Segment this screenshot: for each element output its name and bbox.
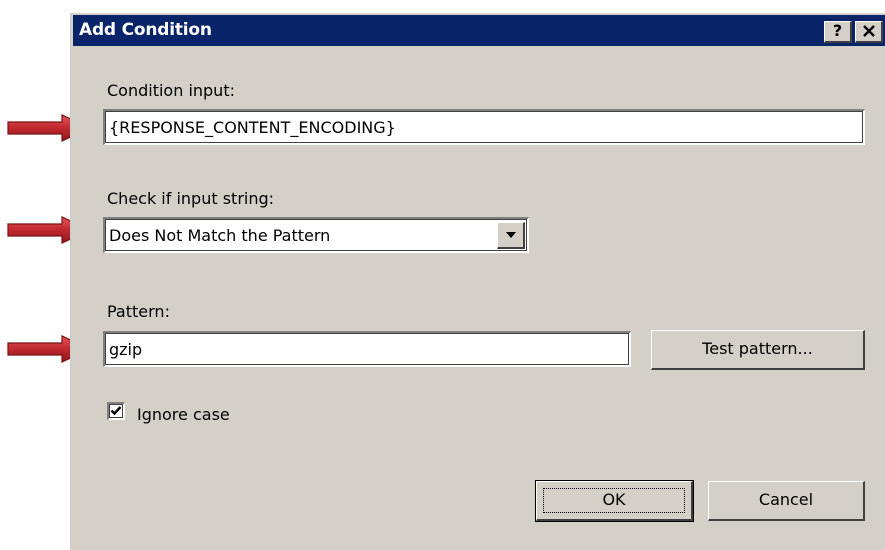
dialog-title: Add Condition: [79, 20, 212, 40]
test-pattern-button[interactable]: Test pattern...: [651, 330, 865, 370]
ok-button-label: OK: [602, 490, 626, 509]
ok-button[interactable]: OK: [535, 480, 694, 522]
dropdown-button[interactable]: [497, 222, 525, 249]
add-condition-dialog: Add Condition ? Condition input: {RESPON…: [70, 12, 885, 550]
checkmark-icon: [110, 406, 122, 416]
pattern-input[interactable]: gzip: [103, 331, 631, 367]
ignore-case-label: Ignore case: [137, 405, 230, 424]
chevron-down-icon: [505, 232, 516, 238]
title-bar[interactable]: Add Condition ?: [73, 15, 885, 46]
check-if-selected-value: Does Not Match the Pattern: [109, 226, 331, 245]
check-if-select[interactable]: Does Not Match the Pattern: [103, 217, 529, 253]
pattern-label: Pattern:: [107, 302, 170, 321]
condition-input-label: Condition input:: [107, 81, 235, 100]
check-if-label: Check if input string:: [107, 189, 275, 208]
cancel-button[interactable]: Cancel: [708, 481, 865, 521]
help-button[interactable]: ?: [824, 21, 852, 43]
condition-input-field[interactable]: {RESPONSE_CONTENT_ENCODING}: [103, 109, 865, 145]
screenshot-stage: Add Condition ? Condition input: {RESPON…: [0, 0, 885, 550]
close-icon: [862, 25, 875, 37]
close-button[interactable]: [855, 21, 883, 43]
ignore-case-checkbox[interactable]: [107, 402, 125, 420]
